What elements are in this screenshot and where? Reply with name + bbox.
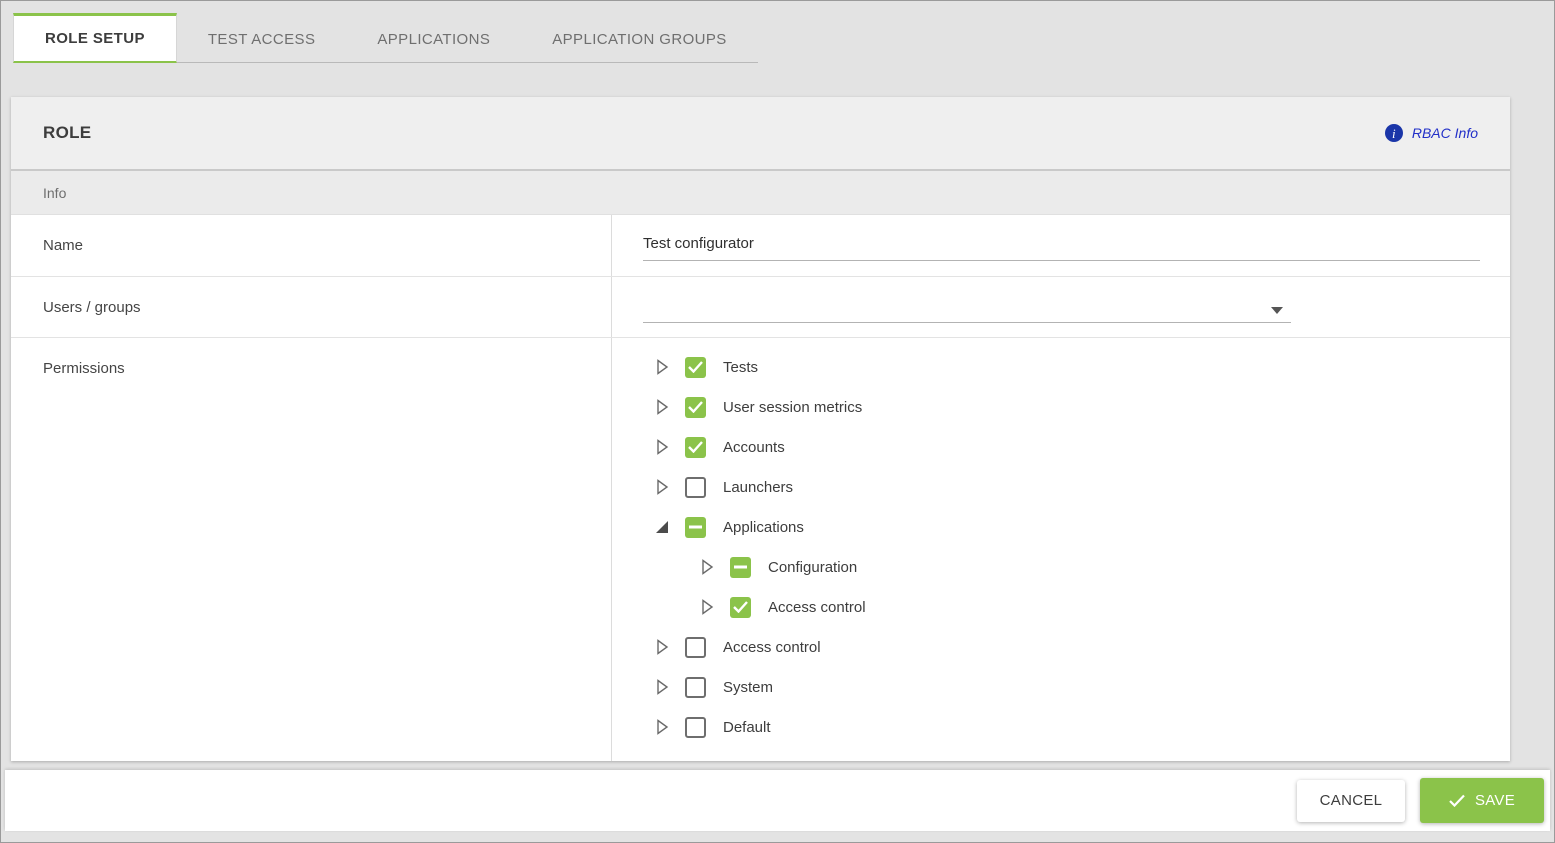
tree-expander-icon[interactable] — [652, 397, 672, 417]
tree-checkbox[interactable] — [685, 477, 706, 498]
save-button[interactable]: SAVE — [1420, 778, 1544, 823]
tree-row: Default — [652, 707, 1510, 747]
tree-item-label: Launchers — [723, 479, 793, 496]
tree-checkbox[interactable] — [685, 717, 706, 738]
tree-item-label: Access control — [768, 599, 866, 616]
tab-label: TEST ACCESS — [208, 31, 316, 48]
tree-row: Tests — [652, 347, 1510, 387]
tree-expander-icon[interactable] — [652, 437, 672, 457]
users-groups-row: Users / groups — [11, 277, 1510, 338]
tree-checkbox[interactable] — [685, 637, 706, 658]
tree-item-label: System — [723, 679, 773, 696]
name-label: Name — [11, 215, 612, 276]
tree-item-label: Tests — [723, 359, 758, 376]
tab-role-setup[interactable]: ROLE SETUP — [13, 13, 177, 63]
tree-row: User session metrics — [652, 387, 1510, 427]
tree-expander-icon[interactable] — [652, 677, 672, 697]
tab-bar: ROLE SETUP TEST ACCESS APPLICATIONS APPL… — [13, 13, 758, 63]
tree-checkbox[interactable] — [685, 517, 706, 538]
tree-item-label: Default — [723, 719, 771, 736]
info-section-header: Info — [11, 171, 1510, 215]
rbac-info-label: RBAC Info — [1412, 125, 1478, 141]
users-groups-select[interactable] — [643, 291, 1291, 323]
save-button-label: SAVE — [1475, 792, 1515, 809]
tree-expander-icon[interactable] — [697, 557, 717, 577]
tab-test-access[interactable]: TEST ACCESS — [177, 13, 347, 63]
check-icon — [688, 361, 703, 373]
tree-checkbox[interactable] — [685, 357, 706, 378]
tree-item-label: Applications — [723, 519, 804, 536]
tree-checkbox[interactable] — [685, 437, 706, 458]
info-icon: i — [1385, 124, 1403, 142]
tree-expander-icon[interactable] — [652, 357, 672, 377]
permissions-tree: Tests User session metrics — [643, 338, 1510, 747]
tree-item-label: Access control — [723, 639, 821, 656]
permissions-label: Permissions — [11, 338, 612, 761]
tab-label: APPLICATIONS — [377, 31, 490, 48]
check-icon — [733, 601, 748, 613]
panel-title: ROLE — [43, 123, 91, 143]
chevron-down-icon — [1271, 307, 1283, 315]
tree-row: Accounts — [652, 427, 1510, 467]
rbac-info-link[interactable]: i RBAC Info — [1385, 124, 1478, 142]
users-groups-label: Users / groups — [11, 277, 612, 337]
check-icon — [1449, 794, 1465, 807]
tree-row: Launchers — [652, 467, 1510, 507]
check-icon — [688, 401, 703, 413]
check-icon — [688, 441, 703, 453]
minus-icon — [689, 525, 702, 529]
tab-application-groups[interactable]: APPLICATION GROUPS — [521, 13, 757, 63]
name-input[interactable] — [643, 231, 1480, 261]
tree-row: System — [652, 667, 1510, 707]
tree-row: Applications — [652, 507, 1510, 547]
tree-expander-icon[interactable] — [652, 477, 672, 497]
panel-header: ROLE i RBAC Info — [11, 97, 1510, 171]
tree-item-label: Configuration — [768, 559, 857, 576]
tab-applications[interactable]: APPLICATIONS — [346, 13, 521, 63]
tree-expander-icon[interactable] — [652, 517, 672, 537]
footer-bar: CANCEL SAVE — [5, 770, 1550, 831]
tab-label: ROLE SETUP — [45, 30, 145, 47]
tree-row: Access control — [652, 627, 1510, 667]
tree-row: Access control — [697, 587, 1510, 627]
tree-checkbox[interactable] — [685, 397, 706, 418]
tree-item-label: Accounts — [723, 439, 785, 456]
role-panel: ROLE i RBAC Info Info Name Users / group… — [11, 97, 1510, 761]
tree-checkbox[interactable] — [730, 597, 751, 618]
tree-checkbox[interactable] — [685, 677, 706, 698]
cancel-button[interactable]: CANCEL — [1297, 780, 1405, 822]
page: ROLE SETUP TEST ACCESS APPLICATIONS APPL… — [0, 0, 1555, 843]
tree-item-label: User session metrics — [723, 399, 862, 416]
tab-label: APPLICATION GROUPS — [552, 31, 726, 48]
tree-checkbox[interactable] — [730, 557, 751, 578]
name-row: Name — [11, 215, 1510, 277]
tree-expander-icon[interactable] — [697, 597, 717, 617]
tree-row: Configuration — [697, 547, 1510, 587]
permissions-row: Permissions Tests — [11, 338, 1510, 761]
tree-expander-icon[interactable] — [652, 717, 672, 737]
tree-expander-icon[interactable] — [652, 637, 672, 657]
minus-icon — [734, 565, 747, 569]
